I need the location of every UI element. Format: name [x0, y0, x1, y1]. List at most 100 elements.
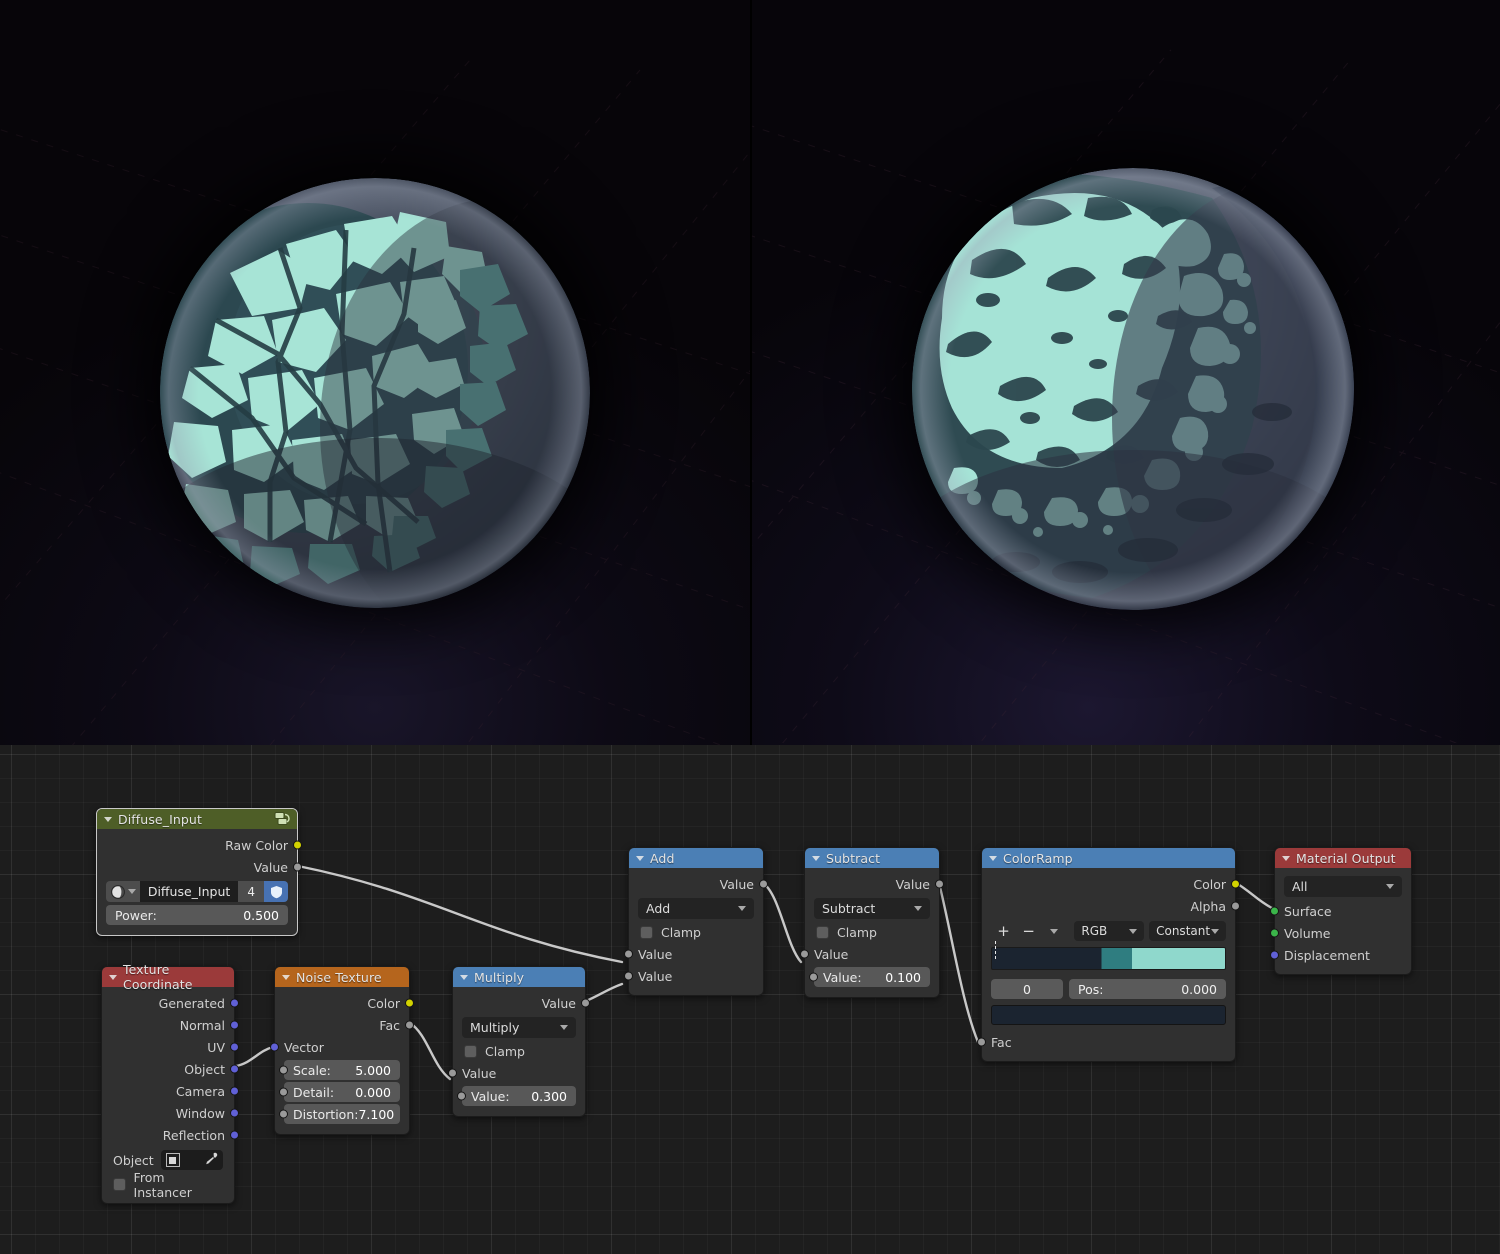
node-colorramp[interactable]: ColorRamp Color Alpha + − [981, 847, 1236, 1062]
socket-scale[interactable] [279, 1066, 288, 1075]
input-fac[interactable]: Fac [982, 1031, 1235, 1053]
node-texture-coordinate[interactable]: Texture Coordinate Generated Normal UV O… [101, 966, 235, 1204]
socket-fac[interactable] [405, 1021, 414, 1030]
material-id-block[interactable]: Diffuse_Input 4 [106, 881, 288, 902]
socket-vector[interactable] [270, 1043, 279, 1052]
output-uv[interactable]: UV [102, 1036, 234, 1058]
socket-reflection[interactable] [230, 1131, 239, 1140]
interpolation-type-dropdown[interactable]: Constant [1149, 921, 1226, 941]
collapse-triangle-icon[interactable] [812, 856, 820, 861]
clamp-row[interactable]: Clamp [453, 1041, 585, 1062]
socket-fac[interactable] [977, 1038, 986, 1047]
viewport-left[interactable] [0, 0, 750, 745]
interpolation-mode-dropdown[interactable]: RGB [1074, 921, 1144, 941]
power-field[interactable]: Power: 0.500 [106, 905, 288, 925]
socket-window[interactable] [230, 1109, 239, 1118]
sphere-right[interactable] [912, 168, 1354, 610]
collapse-triangle-icon[interactable] [282, 975, 290, 980]
shader-node-editor[interactable]: Diffuse_Input Raw Color Value [0, 745, 1500, 1254]
output-alpha[interactable]: Alpha [982, 895, 1235, 917]
node-noise-texture[interactable]: Noise Texture Color Fac Vector Scale: [274, 966, 410, 1135]
node-subtract-header[interactable]: Subtract [805, 848, 939, 868]
chevron-down-icon[interactable] [128, 889, 136, 894]
socket-color[interactable] [405, 999, 414, 1008]
colorramp-gradient[interactable] [991, 947, 1226, 970]
output-normal[interactable]: Normal [102, 1014, 234, 1036]
socket-in-value-2[interactable] [457, 1092, 466, 1101]
colorramp-index-field[interactable]: 0 [991, 979, 1063, 999]
node-material-output[interactable]: Material Output All Surface Volume Disp [1274, 847, 1412, 975]
socket-in-value-1[interactable] [800, 950, 809, 959]
output-value[interactable]: Value [805, 873, 939, 895]
chevron-down-icon[interactable] [738, 906, 746, 911]
chevron-down-icon[interactable] [1050, 929, 1058, 934]
object-field[interactable] [161, 1150, 223, 1170]
collapse-triangle-icon[interactable] [989, 856, 997, 861]
input-volume[interactable]: Volume [1275, 922, 1411, 944]
node-diffuse-input-header[interactable]: Diffuse_Input [97, 809, 297, 829]
socket-in-value-2[interactable] [809, 973, 818, 982]
material-users-count[interactable]: 4 [238, 881, 264, 902]
socket-out-value[interactable] [581, 999, 590, 1008]
socket-distortion[interactable] [279, 1110, 288, 1119]
output-value[interactable]: Value [97, 856, 297, 878]
colorramp-fields[interactable]: 0 Pos: 0.000 [991, 979, 1226, 999]
input-value-1[interactable]: Value [805, 943, 939, 965]
add-stop-button[interactable]: + [991, 921, 1016, 941]
output-reflection[interactable]: Reflection [102, 1124, 234, 1146]
socket-value[interactable] [293, 863, 302, 872]
node-noise-texture-header[interactable]: Noise Texture [275, 967, 409, 987]
socket-camera[interactable] [230, 1087, 239, 1096]
from-instancer-checkbox[interactable] [113, 1178, 126, 1191]
from-instancer-row[interactable]: From Instancer [102, 1174, 234, 1195]
input-surface[interactable]: Surface [1275, 900, 1411, 922]
chevron-down-icon[interactable] [1129, 929, 1137, 934]
socket-detail[interactable] [279, 1088, 288, 1097]
collapse-triangle-icon[interactable] [1282, 856, 1290, 861]
node-material-output-header[interactable]: Material Output [1275, 848, 1411, 868]
socket-normal[interactable] [230, 1021, 239, 1030]
colorramp-menu-button[interactable] [1041, 921, 1066, 941]
node-add[interactable]: Add Value Add Clamp Value [628, 847, 764, 996]
output-generated[interactable]: Generated [102, 992, 234, 1014]
node-group-icon[interactable] [274, 811, 291, 830]
output-value[interactable]: Value [453, 992, 585, 1014]
operation-dropdown[interactable]: Multiply [462, 1017, 576, 1038]
output-object[interactable]: Object [102, 1058, 234, 1080]
socket-raw-color[interactable] [293, 841, 302, 850]
value-field[interactable]: Value: 0.100 [814, 967, 930, 987]
socket-object[interactable] [230, 1065, 239, 1074]
chevron-down-icon[interactable] [1386, 884, 1394, 889]
socket-out-value[interactable] [935, 880, 944, 889]
socket-color[interactable] [1231, 880, 1240, 889]
remove-stop-button[interactable]: − [1016, 921, 1041, 941]
node-texture-coordinate-header[interactable]: Texture Coordinate [102, 967, 234, 987]
clamp-checkbox[interactable] [464, 1045, 477, 1058]
socket-generated[interactable] [230, 999, 239, 1008]
target-dropdown[interactable]: All [1284, 876, 1402, 897]
node-multiply-header[interactable]: Multiply [453, 967, 585, 987]
scale-field[interactable]: Scale: 5.000 [284, 1060, 400, 1080]
distortion-field[interactable]: Distortion: 7.100 [284, 1104, 400, 1124]
viewport-right[interactable] [750, 0, 1500, 745]
collapse-triangle-icon[interactable] [104, 817, 112, 822]
node-colorramp-header[interactable]: ColorRamp [982, 848, 1235, 868]
socket-volume[interactable] [1270, 929, 1279, 938]
output-camera[interactable]: Camera [102, 1080, 234, 1102]
output-color[interactable]: Color [275, 992, 409, 1014]
node-diffuse-input[interactable]: Diffuse_Input Raw Color Value [96, 808, 298, 936]
chevron-down-icon[interactable] [914, 906, 922, 911]
output-value[interactable]: Value [629, 873, 763, 895]
collapse-triangle-icon[interactable] [109, 975, 117, 980]
input-value-2[interactable]: Value [629, 965, 763, 987]
socket-uv[interactable] [230, 1043, 239, 1052]
colorramp-stop-1[interactable] [1086, 959, 1098, 974]
socket-in-value-1[interactable] [448, 1069, 457, 1078]
socket-surface[interactable] [1270, 907, 1279, 916]
socket-alpha[interactable] [1231, 902, 1240, 911]
material-sphere-icon[interactable] [106, 881, 140, 902]
colorramp-pos-field[interactable]: Pos: 0.000 [1069, 979, 1226, 999]
clamp-row[interactable]: Clamp [805, 922, 939, 943]
input-value-1[interactable]: Value [629, 943, 763, 965]
clamp-checkbox[interactable] [816, 926, 829, 939]
